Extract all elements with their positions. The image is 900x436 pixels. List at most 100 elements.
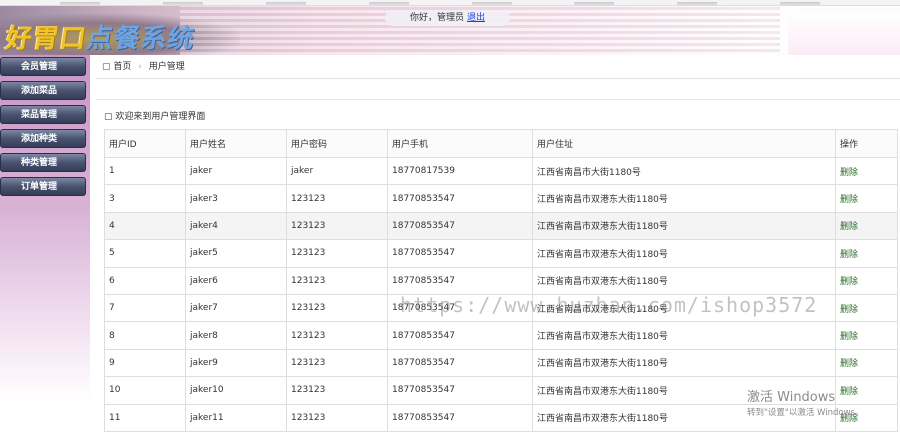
delete-link[interactable]: 删除 xyxy=(840,305,858,315)
table-row: 10 jaker10 123123 18770853547 江西省南昌市双港东大… xyxy=(104,376,898,405)
column-header-action: 操作 xyxy=(835,129,898,158)
logo-text-part2: 点餐系统 xyxy=(84,24,197,54)
cell-name: jaker xyxy=(185,156,287,186)
cell-action: 删除 xyxy=(835,403,898,432)
cell-password: 123123 xyxy=(286,184,388,213)
logout-link[interactable]: 退出 xyxy=(467,13,485,23)
cell-address: 江西省南昌市双港东大街1180号 xyxy=(532,376,836,405)
intro-text: 欢迎来到用户管理界面 xyxy=(115,112,206,122)
cell-password: 123123 xyxy=(286,266,388,295)
cell-address: 江西省南昌市双港东大街1180号 xyxy=(532,403,836,432)
breadcrumb: ▢ 首页 › 用户管理 xyxy=(96,56,900,79)
delete-link[interactable]: 删除 xyxy=(840,332,858,342)
cell-action: 删除 xyxy=(835,348,898,378)
cell-phone: 18770853547 xyxy=(387,348,533,378)
delete-link[interactable]: 删除 xyxy=(840,277,858,287)
welcome-bar: 你好，管理员 退出 xyxy=(385,10,510,26)
cell-password: 123123 xyxy=(286,211,388,241)
cell-name: jaker5 xyxy=(185,239,287,268)
cell-password: 123123 xyxy=(286,321,388,350)
table-row: 9 jaker9 123123 18770853547 江西省南昌市双港东大街1… xyxy=(104,348,898,378)
cell-action: 删除 xyxy=(835,211,898,241)
breadcrumb-home-link[interactable]: 首页 xyxy=(113,62,131,72)
cell-action: 删除 xyxy=(835,321,898,350)
cell-address: 江西省南昌市双港东大街1180号 xyxy=(532,321,836,350)
logo-text-part1: 好胃口 xyxy=(3,24,89,54)
table-header-row: 用户ID 用户姓名 用户密码 用户手机 用户住址 操作 xyxy=(104,129,898,158)
cell-id: 3 xyxy=(104,184,186,213)
cell-phone: 18770853547 xyxy=(387,376,533,405)
delete-link[interactable]: 删除 xyxy=(840,359,858,369)
table-row: 4 jaker4 123123 18770853547 江西省南昌市双港东大街1… xyxy=(104,211,898,241)
table-row: 1 jaker jaker 18770817539 江西省南昌市大街1180号 … xyxy=(104,156,898,186)
cell-name: jaker8 xyxy=(185,321,287,350)
cell-phone: 18770817539 xyxy=(387,156,533,186)
sidebar-item-add-dish[interactable]: 添加菜品 xyxy=(0,81,86,100)
cell-phone: 18770853547 xyxy=(387,239,533,268)
cell-action: 删除 xyxy=(835,376,898,405)
info-icon: ▢ xyxy=(104,112,113,122)
users-table: 用户ID 用户姓名 用户密码 用户手机 用户住址 操作 1 jaker jake… xyxy=(104,129,898,432)
sidebar-item-members[interactable]: 会员管理 xyxy=(0,57,86,76)
cell-id: 6 xyxy=(104,266,186,295)
cell-action: 删除 xyxy=(835,184,898,213)
cell-id: 5 xyxy=(104,239,186,268)
header-banner: 好胃口点餐系统 你好，管理员 退出 xyxy=(0,6,900,55)
column-header-address: 用户住址 xyxy=(532,129,836,158)
cell-name: jaker3 xyxy=(185,184,287,213)
cell-address: 江西省南昌市双港东大街1180号 xyxy=(532,239,836,268)
cell-id: 9 xyxy=(104,348,186,378)
cell-name: jaker10 xyxy=(185,376,287,405)
cell-id: 10 xyxy=(104,376,186,405)
cell-id: 8 xyxy=(104,321,186,350)
cell-address: 江西省南昌市双港东大街1180号 xyxy=(532,293,836,323)
breadcrumb-current: 用户管理 xyxy=(148,62,185,72)
cell-action: 删除 xyxy=(835,156,898,186)
cell-name: jaker6 xyxy=(185,266,287,295)
table-row: 7 jaker7 123123 18770853547 江西省南昌市双港东大街1… xyxy=(104,293,898,323)
sidebar-item-dishes[interactable]: 菜品管理 xyxy=(0,105,86,124)
cell-action: 删除 xyxy=(835,239,898,268)
column-header-password: 用户密码 xyxy=(286,129,388,158)
banner-right-decoration xyxy=(788,12,900,55)
column-header-name: 用户姓名 xyxy=(185,129,287,158)
cell-address: 江西省南昌市双港东大街1180号 xyxy=(532,211,836,241)
delete-link[interactable]: 删除 xyxy=(840,168,858,178)
cell-address: 江西省南昌市双港东大街1180号 xyxy=(532,184,836,213)
cell-id: 4 xyxy=(104,211,186,241)
cell-password: 123123 xyxy=(286,348,388,378)
chevron-right-icon: › xyxy=(138,62,142,72)
sidebar-item-categories[interactable]: 种类管理 xyxy=(0,153,86,172)
cell-password: 123123 xyxy=(286,239,388,268)
cell-address: 江西省南昌市大街1180号 xyxy=(532,156,836,186)
cell-action: 删除 xyxy=(835,266,898,295)
table-row: 8 jaker8 123123 18770853547 江西省南昌市双港东大街1… xyxy=(104,321,898,350)
greeting-text: 你好，管理员 xyxy=(409,13,464,23)
cell-id: 1 xyxy=(104,156,186,186)
cell-phone: 18770853547 xyxy=(387,266,533,295)
cell-name: jaker9 xyxy=(185,348,287,378)
cell-password: 123123 xyxy=(286,403,388,432)
intro-line: ▢ 欢迎来到用户管理界面 xyxy=(104,111,205,123)
cell-address: 江西省南昌市双港东大街1180号 xyxy=(532,266,836,295)
cell-name: jaker11 xyxy=(185,403,287,432)
delete-link[interactable]: 删除 xyxy=(840,195,858,205)
delete-link[interactable]: 删除 xyxy=(840,222,858,232)
cell-action: 删除 xyxy=(835,293,898,323)
sidebar: 会员管理 添加菜品 菜品管理 添加种类 种类管理 订单管理 xyxy=(0,55,90,401)
sidebar-item-orders[interactable]: 订单管理 xyxy=(0,177,86,196)
cell-phone: 18770853547 xyxy=(387,211,533,241)
cell-name: jaker4 xyxy=(185,211,287,241)
delete-link[interactable]: 删除 xyxy=(840,387,858,397)
cell-password: 123123 xyxy=(286,376,388,405)
sidebar-item-add-category[interactable]: 添加种类 xyxy=(0,129,86,148)
column-header-phone: 用户手机 xyxy=(387,129,533,158)
table-row: 5 jaker5 123123 18770853547 江西省南昌市双港东大街1… xyxy=(104,239,898,268)
cell-address: 江西省南昌市双港东大街1180号 xyxy=(532,348,836,378)
cell-phone: 18770853547 xyxy=(387,293,533,323)
table-row: 3 jaker3 123123 18770853547 江西省南昌市双港东大街1… xyxy=(104,184,898,213)
delete-link[interactable]: 删除 xyxy=(840,250,858,260)
toolbar-strip xyxy=(96,79,900,100)
delete-link[interactable]: 删除 xyxy=(840,414,858,424)
app-logo: 好胃口点餐系统 xyxy=(3,18,197,55)
